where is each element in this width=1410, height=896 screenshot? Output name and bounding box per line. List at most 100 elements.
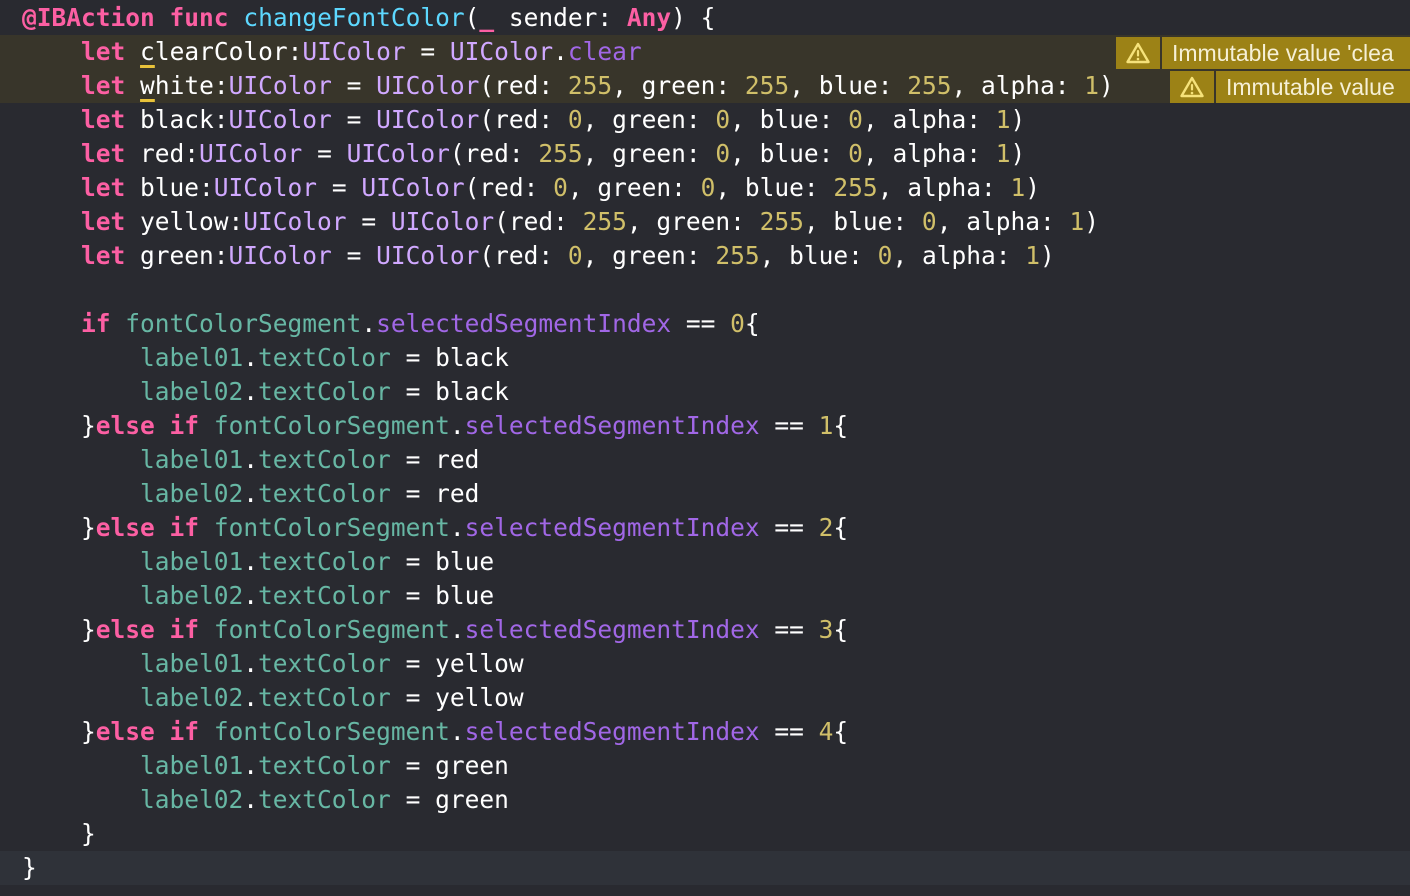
code-token: selectedSegmentIndex xyxy=(464,411,760,440)
code-token: . xyxy=(243,377,259,406)
code-token: UIColor xyxy=(346,139,450,168)
warning-issue-line-3[interactable]: Immutable value xyxy=(1170,70,1410,104)
code-token: if xyxy=(169,717,200,746)
code-token: , blue: xyxy=(730,105,849,134)
code-line[interactable]: }else if fontColorSegment.selectedSegmen… xyxy=(0,409,1410,443)
code-line[interactable]: } xyxy=(0,817,1410,851)
code-token: UIColor xyxy=(376,71,480,100)
code-line[interactable]: if fontColorSegment.selectedSegmentIndex… xyxy=(0,307,1410,341)
code-token: func xyxy=(169,3,229,32)
code-token: = green xyxy=(390,751,509,780)
code-token: label01 xyxy=(140,343,244,372)
code-token: 0 xyxy=(700,173,716,202)
code-token: label02 xyxy=(140,479,244,508)
code-line[interactable]: label01.textColor = black xyxy=(0,341,1410,375)
code-token: == xyxy=(759,513,819,542)
code-token: w xyxy=(140,71,155,100)
code-line[interactable]: }else if fontColorSegment.selectedSegmen… xyxy=(0,715,1410,749)
code-token: c xyxy=(140,37,155,66)
code-token: . xyxy=(449,615,465,644)
code-token: fontColorSegment xyxy=(213,717,450,746)
code-line[interactable]: let red:UIColor = UIColor(red: 255, gree… xyxy=(0,137,1410,171)
code-token: 1 xyxy=(1025,241,1040,270)
code-line[interactable]: } xyxy=(0,851,1410,885)
code-token: (red: xyxy=(479,105,568,134)
code-token: 255 xyxy=(582,207,627,236)
code-token: 1 xyxy=(995,105,1011,134)
code-token: ) { xyxy=(671,3,716,32)
code-line-text: let green:UIColor = UIColor(red: 0, gree… xyxy=(22,239,1055,273)
code-token: { xyxy=(833,411,849,440)
warning-icon-box[interactable] xyxy=(1116,37,1160,69)
code-line[interactable]: }else if fontColorSegment.selectedSegmen… xyxy=(0,511,1410,545)
code-token: 0 xyxy=(848,105,863,134)
code-line[interactable]: label01.textColor = yellow xyxy=(0,647,1410,681)
code-line[interactable] xyxy=(0,273,1410,307)
code-line[interactable]: label02.textColor = blue xyxy=(0,579,1410,613)
code-token: = blue xyxy=(390,581,495,610)
code-token: black: xyxy=(125,105,229,134)
code-token: let xyxy=(81,241,126,270)
code-token: yellow: xyxy=(125,207,244,236)
code-token: textColor xyxy=(258,343,391,372)
code-token: , blue: xyxy=(789,71,908,100)
code-token: ) xyxy=(1010,105,1026,134)
code-token: = blue xyxy=(390,547,495,576)
code-line[interactable]: let yellow:UIColor = UIColor(red: 255, g… xyxy=(0,205,1410,239)
code-line[interactable]: let black:UIColor = UIColor(red: 0, gree… xyxy=(0,103,1410,137)
code-token: , green: xyxy=(612,71,745,100)
code-token: UIColor xyxy=(228,105,332,134)
warning-issue-line-2[interactable]: Immutable value 'clea xyxy=(1116,36,1410,70)
code-line-text: let yellow:UIColor = UIColor(red: 255, g… xyxy=(22,205,1099,239)
code-line-text: }else if fontColorSegment.selectedSegmen… xyxy=(22,613,848,647)
code-line[interactable]: let blue:UIColor = UIColor(red: 0, green… xyxy=(0,171,1410,205)
code-editor[interactable]: @IBAction func changeFontColor(_ sender:… xyxy=(0,0,1410,896)
code-line-text: label02.textColor = green xyxy=(22,783,509,817)
code-token: { xyxy=(833,717,849,746)
code-line[interactable]: label02.textColor = yellow xyxy=(0,681,1410,715)
code-token: 4 xyxy=(818,717,834,746)
code-line[interactable]: @IBAction func changeFontColor(_ sender:… xyxy=(0,1,1410,35)
code-token: = black xyxy=(390,343,509,372)
code-token: 255 xyxy=(538,139,583,168)
code-token: 1 xyxy=(995,139,1011,168)
code-token: textColor xyxy=(258,785,391,814)
code-token: . xyxy=(243,751,259,780)
code-line[interactable]: label02.textColor = black xyxy=(0,375,1410,409)
code-line[interactable]: let green:UIColor = UIColor(red: 0, gree… xyxy=(0,239,1410,273)
code-token: 1 xyxy=(1069,207,1085,236)
code-line-text: label01.textColor = red xyxy=(22,443,479,477)
code-token: . xyxy=(361,309,377,338)
code-token: ) xyxy=(1084,207,1099,236)
code-token: let xyxy=(81,139,126,168)
code-token: 1 xyxy=(1010,173,1026,202)
code-token: 3 xyxy=(818,615,834,644)
code-token: Any xyxy=(626,3,672,32)
code-token: label01 xyxy=(140,649,244,678)
code-token: else xyxy=(95,717,155,746)
code-token: let xyxy=(81,207,126,236)
code-line[interactable]: label01.textColor = green xyxy=(0,749,1410,783)
code-token: , blue: xyxy=(730,139,849,168)
code-line[interactable]: label01.textColor = blue xyxy=(0,545,1410,579)
code-line-text: label01.textColor = blue xyxy=(22,545,494,579)
code-token: = black xyxy=(390,377,509,406)
code-token: 0 xyxy=(848,139,863,168)
code-token: label01 xyxy=(140,751,244,780)
code-line[interactable]: label01.textColor = red xyxy=(0,443,1410,477)
code-line[interactable]: }else if fontColorSegment.selectedSegmen… xyxy=(0,613,1410,647)
code-line[interactable]: label02.textColor = red xyxy=(0,477,1410,511)
code-token: 0 xyxy=(877,241,893,270)
code-token: sender: xyxy=(494,3,627,32)
warning-triangle-icon xyxy=(1126,42,1150,64)
warning-icon-box[interactable] xyxy=(1170,71,1214,103)
code-token: UIColor xyxy=(361,173,465,202)
code-line[interactable]: label02.textColor = green xyxy=(0,783,1410,817)
